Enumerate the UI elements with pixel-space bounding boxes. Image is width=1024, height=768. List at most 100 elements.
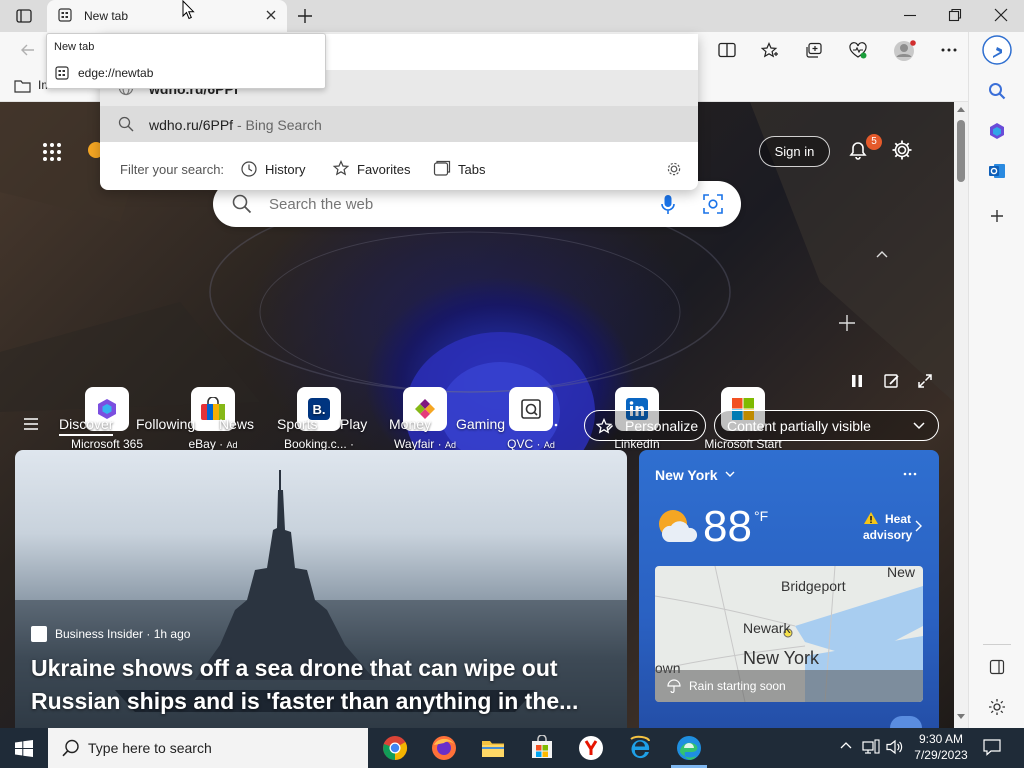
search-suggestion[interactable]: wdho.ru/6PPf - Bing Search: [100, 106, 698, 142]
mouse-cursor-icon: [182, 0, 196, 20]
microsoft-365-icon[interactable]: [988, 122, 1006, 140]
yandex-browser-icon[interactable]: [578, 735, 604, 761]
tab-following[interactable]: Following: [136, 416, 195, 432]
bing-copilot-icon[interactable]: [982, 35, 1012, 65]
rain-forecast-banner[interactable]: Rain starting soon: [655, 670, 923, 702]
temperature-unit: °F: [754, 508, 769, 524]
profile-avatar[interactable]: [893, 40, 917, 62]
chrome-icon[interactable]: [382, 735, 408, 761]
more-options-icon[interactable]: [941, 48, 957, 52]
split-screen-icon[interactable]: [718, 42, 736, 58]
visual-search-icon[interactable]: [703, 194, 723, 214]
weather-more-icon[interactable]: [903, 472, 917, 476]
volume-icon[interactable]: [886, 739, 904, 755]
microsoft-store-icon[interactable]: [529, 735, 555, 761]
tab-play[interactable]: Play: [340, 416, 367, 432]
tray-overflow-chevron-icon[interactable]: [840, 741, 852, 749]
more-tabs-icon[interactable]: [544, 423, 558, 427]
close-window-icon[interactable]: [994, 8, 1008, 22]
tab-discover[interactable]: Discover: [59, 416, 114, 436]
new-tab-page-icon: [55, 66, 69, 80]
tab-tooltip: New tab edge://newtab: [46, 33, 326, 89]
alert-chevron-right-icon[interactable]: [915, 520, 922, 532]
restore-icon[interactable]: [948, 8, 962, 22]
tab-sports[interactable]: Sports: [277, 416, 317, 432]
new-tab-icon[interactable]: [297, 8, 313, 24]
file-explorer-icon[interactable]: [480, 735, 506, 761]
firefox-icon[interactable]: [431, 735, 457, 761]
sidebar-settings-icon[interactable]: [988, 698, 1006, 716]
add-sidebar-app-icon[interactable]: [989, 208, 1005, 224]
tabs-icon: [433, 160, 451, 177]
feedback-button[interactable]: [890, 716, 922, 728]
menu-hamburger-icon[interactable]: [23, 418, 39, 430]
windows-taskbar: Type here to search 9:30 AM 7/29/2023: [0, 728, 1024, 768]
windows-start-icon[interactable]: [15, 740, 33, 757]
fullscreen-icon[interactable]: [918, 374, 932, 388]
weather-location[interactable]: New York: [655, 467, 718, 483]
heat-advisory-alert[interactable]: Heat advisory: [863, 511, 912, 543]
import-favorites-icon[interactable]: [14, 78, 32, 94]
news-card[interactable]: Business Insider · 1h ago Ukraine shows …: [15, 450, 627, 728]
network-icon[interactable]: [862, 739, 880, 755]
favorites-star-icon[interactable]: [761, 42, 779, 59]
favorites-star-icon: [332, 160, 350, 177]
search-icon: [232, 194, 252, 214]
weather-card[interactable]: New York 88 °F Heat advisory Bridgeport …: [639, 450, 939, 728]
tab-money[interactable]: Money: [389, 416, 431, 432]
content-visibility-dropdown[interactable]: Content partially visible: [714, 410, 939, 441]
internet-explorer-icon[interactable]: [627, 735, 653, 761]
filter-label: Filter your search:: [120, 162, 225, 177]
temperature: 88: [703, 502, 752, 551]
search-settings-icon[interactable]: [666, 161, 682, 177]
edit-background-icon[interactable]: [884, 374, 900, 388]
notifications-center-icon[interactable]: [983, 739, 1001, 756]
tab-news[interactable]: News: [219, 416, 254, 432]
sidebar-divider: [983, 644, 1011, 645]
tab-actions-icon[interactable]: [16, 9, 32, 23]
edge-sidebar: [968, 32, 1024, 728]
hide-sidebar-icon[interactable]: [989, 659, 1005, 675]
outlook-icon[interactable]: [988, 162, 1006, 180]
scroll-down-icon[interactable]: [957, 714, 965, 720]
pause-background-icon[interactable]: [850, 374, 864, 388]
apps-launcher-icon[interactable]: [42, 142, 62, 162]
filter-history[interactable]: History: [265, 162, 305, 177]
search-icon: [62, 739, 80, 757]
collapse-links-chevron-icon[interactable]: [876, 250, 888, 258]
personalize-icon: [596, 418, 614, 434]
title-bar: New tab: [0, 0, 1024, 32]
notification-count-badge: 5: [866, 134, 882, 150]
collections-icon[interactable]: [805, 42, 823, 59]
weather-map[interactable]: Bridgeport New Newark New York town Rain…: [655, 566, 923, 702]
search-icon[interactable]: [988, 82, 1006, 100]
scrollbar-thumb[interactable]: [957, 120, 965, 182]
voice-search-icon[interactable]: [661, 194, 675, 216]
chevron-down-icon: [913, 422, 925, 430]
edge-icon[interactable]: [676, 735, 702, 761]
sign-in-button[interactable]: Sign in: [759, 136, 830, 167]
tab-gaming[interactable]: Gaming: [456, 416, 505, 432]
personalize-button[interactable]: Personalize: [584, 410, 706, 441]
clock[interactable]: 9:30 AM 7/29/2023: [912, 731, 970, 763]
scroll-up-icon[interactable]: [957, 106, 965, 112]
search-icon: [118, 116, 134, 132]
search-placeholder: Search the web: [269, 196, 374, 213]
minimize-icon[interactable]: [903, 8, 917, 22]
close-tab-icon[interactable]: [265, 9, 277, 21]
news-headline[interactable]: Ukraine shows off a sea drone that can w…: [31, 652, 578, 718]
news-source: Business Insider · 1h ago: [55, 627, 191, 641]
filter-favorites[interactable]: Favorites: [357, 162, 410, 177]
page-scrollbar[interactable]: [954, 102, 968, 728]
filter-tabs[interactable]: Tabs: [458, 162, 485, 177]
browser-tab[interactable]: New tab: [47, 0, 287, 32]
add-quick-link-icon[interactable]: [838, 314, 856, 332]
partly-cloudy-icon: [655, 506, 699, 546]
back-icon[interactable]: [20, 42, 36, 58]
page-settings-icon[interactable]: [891, 139, 913, 161]
svg-text:B.: B.: [313, 402, 326, 417]
history-icon: [240, 160, 258, 178]
location-chevron-down-icon[interactable]: [725, 471, 735, 478]
browser-essentials-icon[interactable]: [849, 42, 867, 59]
taskbar-search-box[interactable]: Type here to search: [48, 728, 368, 768]
